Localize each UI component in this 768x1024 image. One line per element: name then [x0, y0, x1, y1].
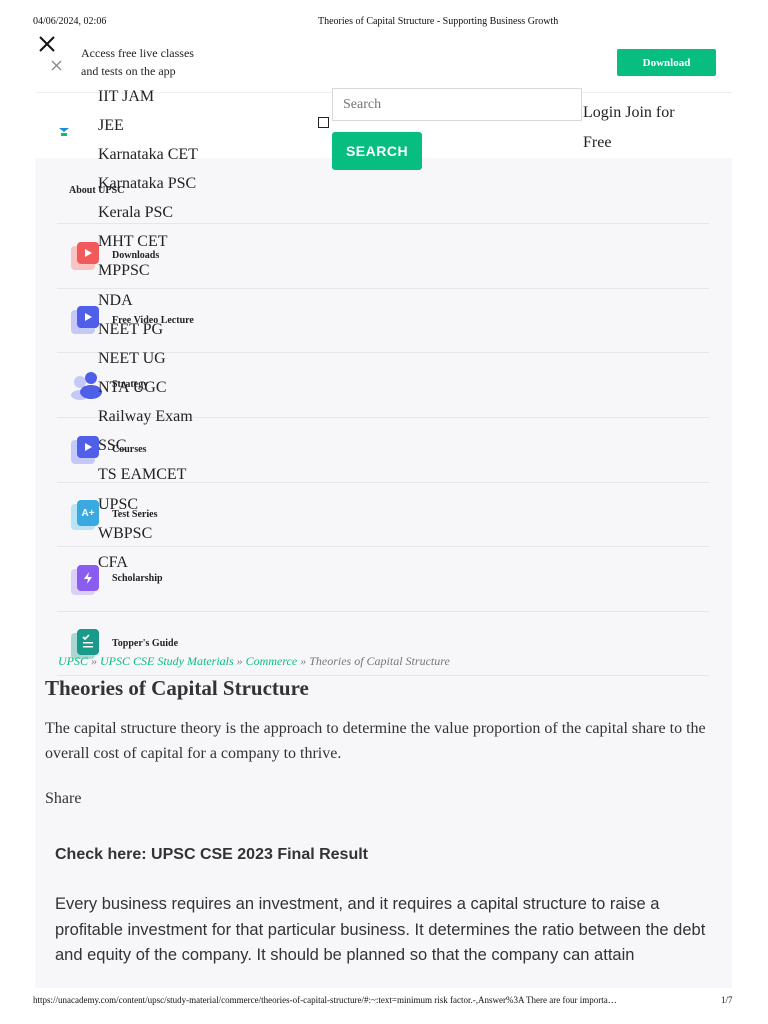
exam-link[interactable]: JEE — [98, 118, 124, 134]
login-link[interactable]: Login — [583, 104, 621, 121]
article-body: Every business requires an investment, a… — [55, 895, 706, 964]
share-link[interactable]: Share — [45, 790, 81, 808]
print-datetime: 04/06/2024, 02:06 — [33, 16, 107, 27]
breadcrumb-upsc[interactable]: UPSC — [58, 654, 88, 668]
menu-divider — [57, 611, 709, 612]
print-footer-page: 1/7 — [721, 995, 733, 1005]
exam-link[interactable]: NEET UG — [98, 351, 166, 367]
exam-link[interactable]: NTA UGC — [98, 380, 167, 396]
exam-link[interactable]: Karnataka PSC — [98, 176, 196, 192]
exam-link[interactable]: CFA — [98, 555, 128, 571]
banner-text: Access free live classes and tests on th… — [81, 44, 194, 80]
menu-divider — [57, 288, 709, 289]
close-menu-icon[interactable] — [38, 35, 56, 58]
search-button[interactable]: SEARCH — [332, 132, 422, 170]
article-title: Theories of Capital Structure — [45, 676, 309, 700]
breadcrumb: UPSC » UPSC CSE Study Materials » Commer… — [58, 654, 450, 669]
exam-link[interactable]: MPPSC — [98, 263, 150, 279]
exam-link[interactable]: TS EAMCET — [98, 467, 186, 483]
breadcrumb-study-materials[interactable]: UPSC CSE Study Materials — [100, 654, 234, 668]
exam-link[interactable]: MHT CET — [98, 234, 167, 250]
exam-link[interactable]: Kerala PSC — [98, 205, 173, 221]
breadcrumb-commerce[interactable]: Commerce — [246, 654, 298, 668]
exam-link[interactable]: NDA — [98, 293, 133, 309]
breadcrumb-separator: » — [300, 654, 307, 668]
menu-downloads[interactable]: Downloads — [112, 250, 159, 261]
menu-toppers-guide[interactable]: Topper's Guide — [112, 638, 178, 649]
breadcrumb-current: Theories of Capital Structure — [309, 654, 450, 668]
menu-divider — [57, 223, 709, 224]
search-checkbox[interactable] — [318, 117, 329, 128]
auth-links: Login Join for Free — [583, 98, 703, 158]
exam-link[interactable]: IIT JAM — [98, 89, 154, 105]
banner-text-line1: Access free live classes — [81, 46, 194, 60]
banner-text-line2: and tests on the app — [81, 64, 176, 78]
logo-icon[interactable] — [58, 124, 70, 142]
menu-divider — [57, 546, 709, 547]
exam-link[interactable]: WBPSC — [98, 526, 152, 542]
search-input[interactable] — [332, 88, 582, 121]
exam-link[interactable]: NEET PG — [98, 322, 163, 338]
exam-link[interactable]: SSC — [98, 438, 126, 454]
download-button[interactable]: Download — [617, 49, 716, 76]
exam-link[interactable]: UPSC — [98, 497, 138, 513]
breadcrumb-separator: » — [91, 654, 97, 668]
print-page-title: Theories of Capital Structure - Supporti… — [318, 16, 559, 27]
exam-link[interactable]: Karnataka CET — [98, 147, 198, 163]
close-banner-icon[interactable] — [51, 58, 62, 76]
check-result-link[interactable]: Check here: UPSC CSE 2023 Final Result — [55, 846, 368, 864]
exam-link[interactable]: Railway Exam — [98, 409, 193, 425]
menu-scholarship[interactable]: Scholarship — [112, 573, 163, 584]
breadcrumb-separator: » — [236, 654, 243, 668]
article-lede: The capital structure theory is the appr… — [45, 720, 706, 762]
print-footer-url: https://unacademy.com/content/upsc/study… — [33, 995, 617, 1005]
